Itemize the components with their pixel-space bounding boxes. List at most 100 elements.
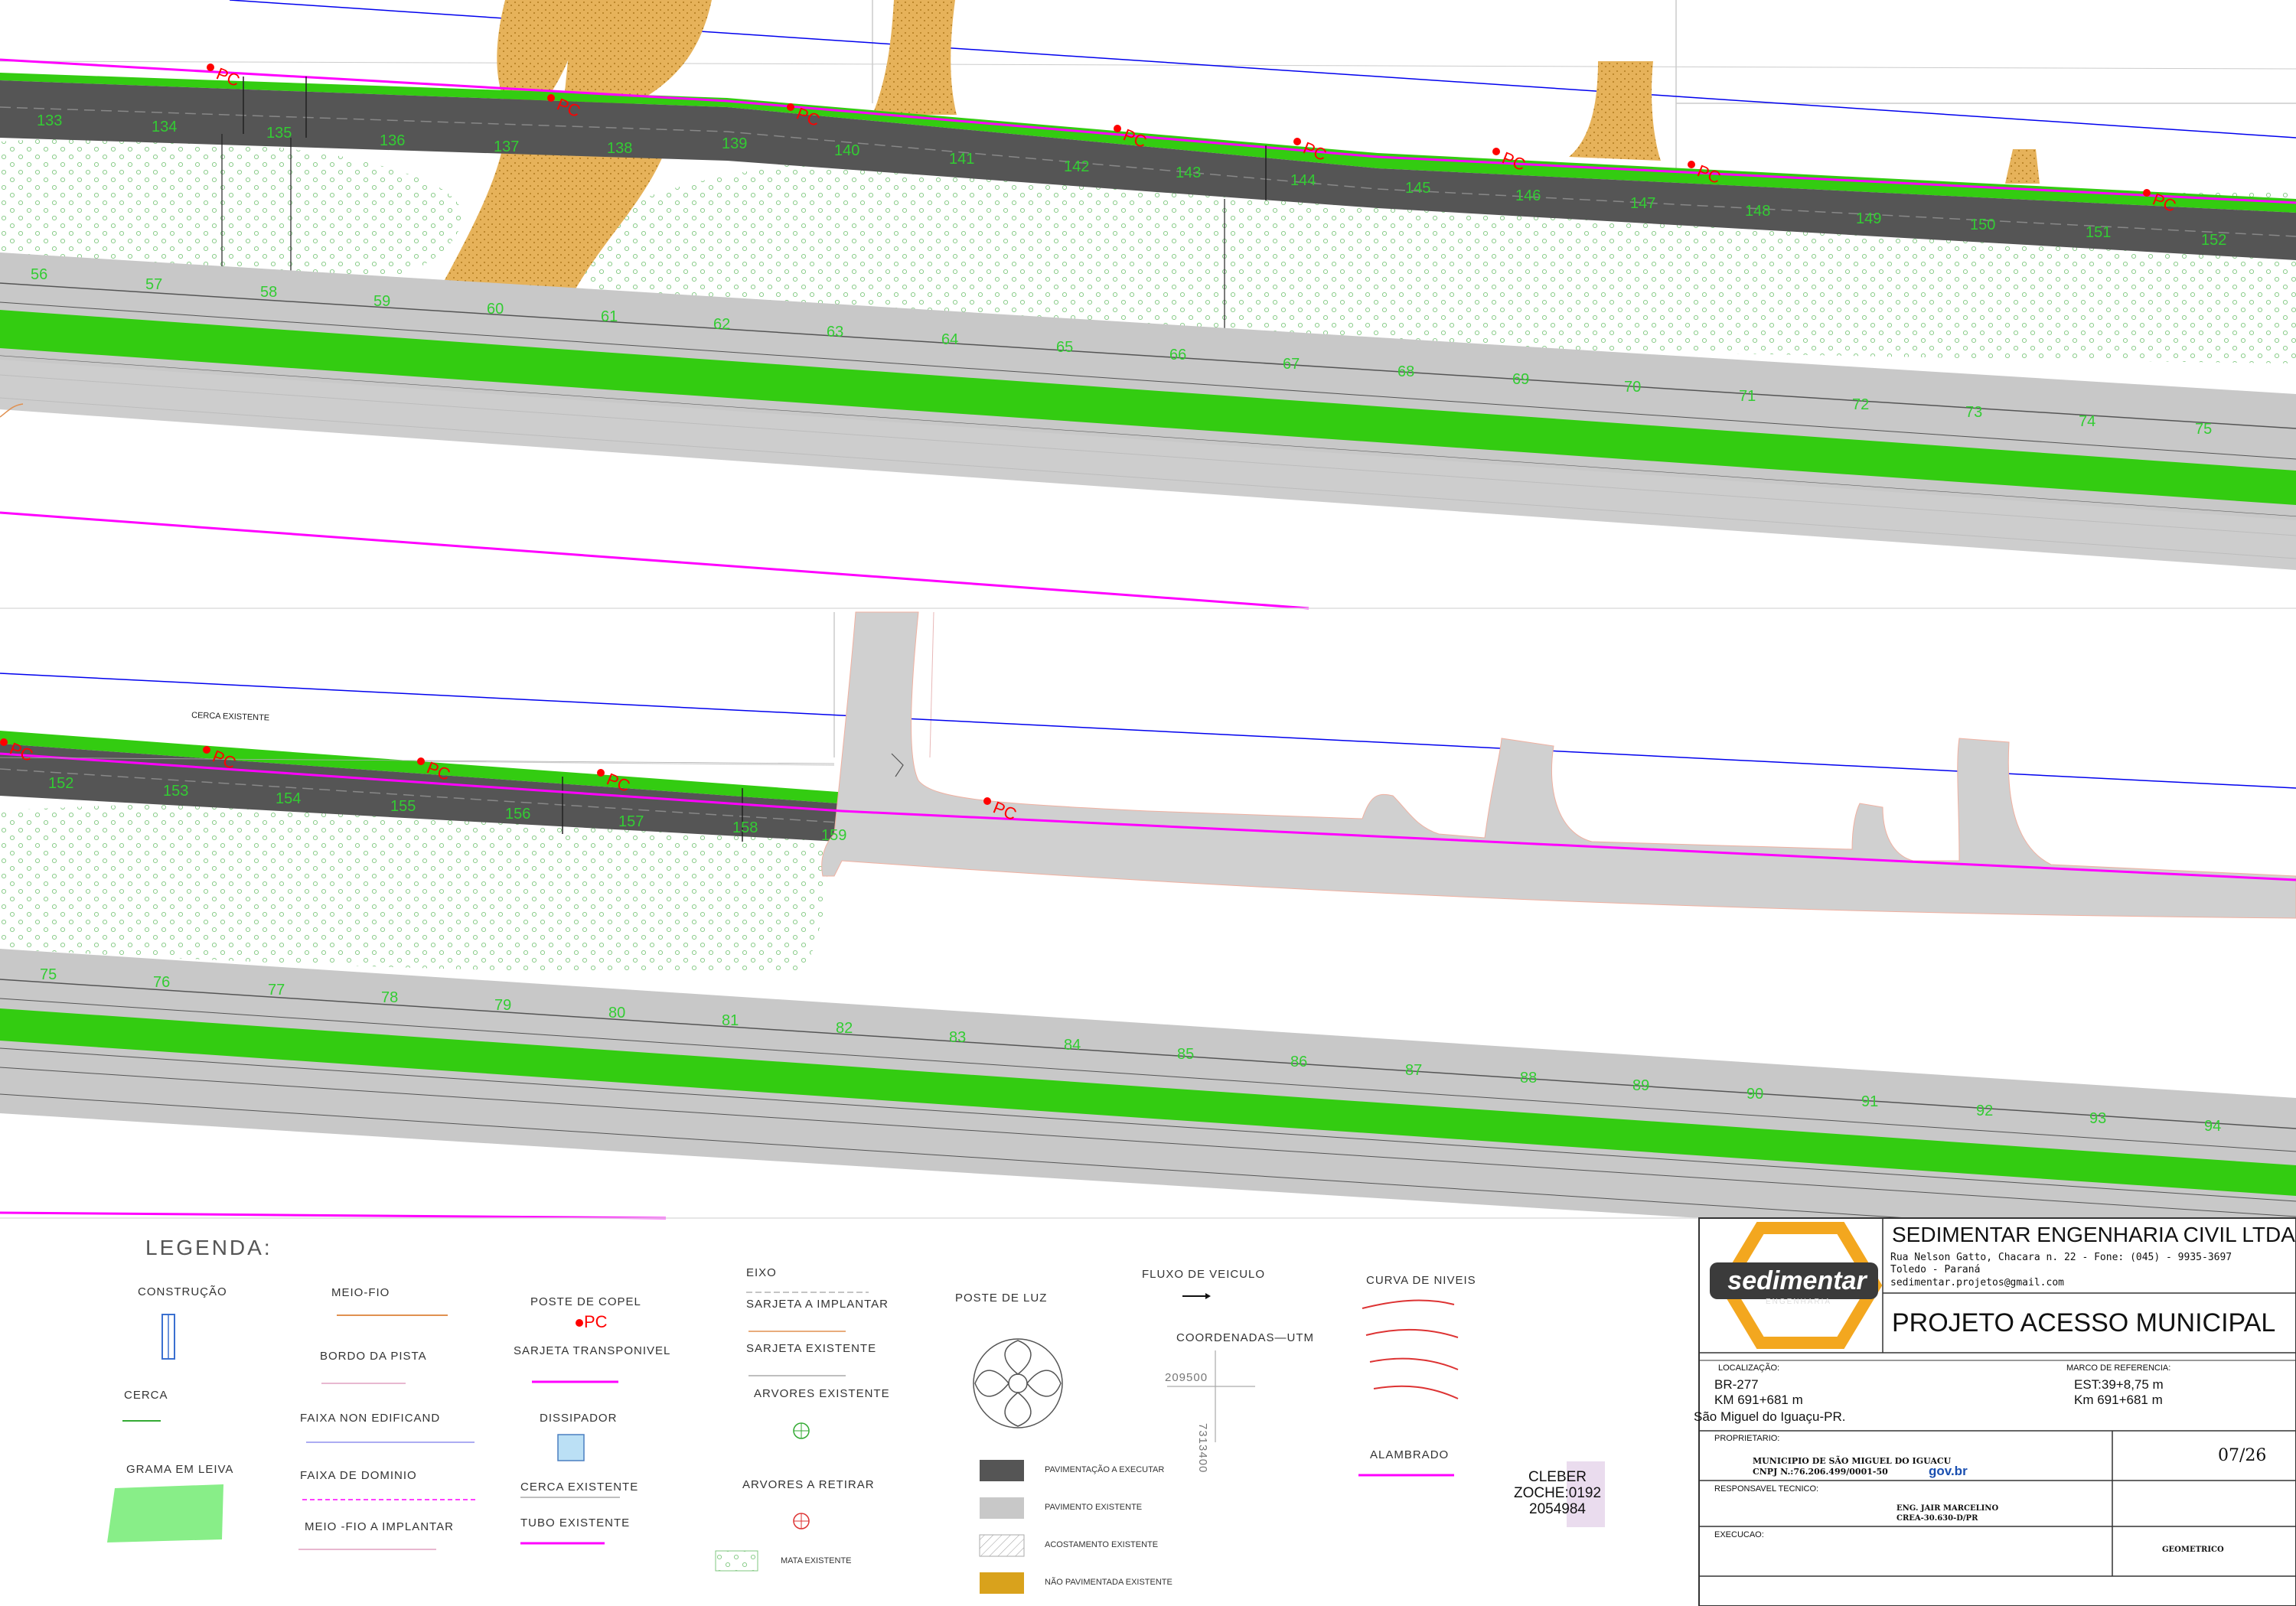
legend-sarjeta-implantar: SARJETA A IMPLANTAR (746, 1298, 889, 1311)
station-label: 71 (1739, 388, 1756, 405)
station-label: 77 (268, 982, 285, 998)
legend-curva: CURVA DE NIVEIS (1366, 1274, 1476, 1287)
station-label: 151 (2086, 224, 2111, 241)
station-label: 66 (1169, 347, 1186, 363)
signature-line-1: CLEBER (1528, 1469, 1587, 1485)
copel-pole-marker (787, 103, 794, 111)
govbr-logo: gov.br (1929, 1464, 1968, 1478)
station-label: 154 (276, 790, 301, 807)
station-label: 152 (2201, 232, 2226, 249)
logo-text: sedimentar (1727, 1266, 1867, 1295)
legend-poste-luz: POSTE DE LUZ (955, 1292, 1048, 1305)
marco-label: MARCO DE REFERENCIA: (2066, 1363, 2171, 1373)
loc-line-3: São Miguel do Iguaçu-PR. (1694, 1409, 1846, 1424)
company-city: Toledo - Paraná (1890, 1264, 1981, 1275)
road-plan-drawing: 133 134 135 136 137 138 139 140 141 142 143 144 145 1… (0, 0, 2296, 1606)
station-label: 93 (2089, 1110, 2106, 1127)
copel-pole-symbol (576, 1319, 583, 1327)
proprietario: MUNICIPIO DE SÃO MIGUEL DO IGUACU (1753, 1456, 1952, 1466)
station-label: 58 (260, 284, 277, 301)
station-label: 142 (1064, 158, 1089, 175)
project-title: PROJETO ACESSO MUNICIPAL (1892, 1308, 2276, 1337)
station-label: 88 (1520, 1070, 1537, 1086)
legend-poste-copel: POSTE DE COPEL (530, 1295, 641, 1308)
station-label: 86 (1290, 1054, 1307, 1070)
responsavel-label: RESPONSAVEL TECNICO: (1714, 1484, 1819, 1494)
copel-pole-marker (1688, 161, 1695, 168)
station-label: 146 (1515, 187, 1541, 204)
proprietario-label: PROPRIETARIO: (1714, 1434, 1780, 1443)
pav-existing-symbol (980, 1497, 1024, 1519)
station-label: 158 (732, 819, 758, 836)
unpaved-symbol (980, 1572, 1024, 1594)
legend-grama: GRAMA EM LEIVA (126, 1463, 234, 1476)
station-label: 90 (1746, 1086, 1763, 1103)
copel-pole-marker (207, 64, 214, 71)
legend-coord-x: 209500 (1165, 1371, 1208, 1384)
station-label: 157 (618, 813, 644, 830)
legend-eixo: EIXO (746, 1266, 777, 1279)
engineer-crea: CREA-30.630-D/PR (1896, 1514, 1978, 1523)
legend-dissipador: DISSIPADOR (540, 1412, 618, 1425)
station-label: 137 (494, 138, 519, 155)
copel-pole-marker (417, 757, 425, 765)
station-label: 145 (1405, 180, 1430, 197)
station-label: 155 (390, 798, 416, 815)
legend-meio-fio-implantar: MEIO -FIO A IMPLANTAR (305, 1520, 454, 1533)
station-label: 159 (821, 827, 846, 844)
company-address: Rua Nelson Gatto, Chacara n. 22 - Fone: … (1890, 1252, 2232, 1263)
station-label: 134 (152, 119, 177, 135)
vehicle-flow-arrow (1182, 1293, 1211, 1299)
legend-pc: PC (584, 1312, 608, 1331)
station-label: 94 (2204, 1118, 2221, 1135)
station-label: 75 (2195, 421, 2212, 438)
marco-line-1: EST:39+8,75 m (2074, 1377, 2164, 1392)
legend-construcao: CONSTRUÇÃO (138, 1285, 227, 1298)
station-label: 64 (941, 331, 958, 348)
legend-sarjeta-existente: SARJETA EXISTENTE (746, 1342, 877, 1355)
shoulder-symbol (979, 1534, 1025, 1557)
station-label: 76 (153, 974, 170, 991)
legend-cerca: CERCA (124, 1389, 168, 1402)
station-label: 70 (1624, 379, 1641, 396)
drawing-type: GEOMETRICO (2162, 1546, 2224, 1554)
legend-cerca-existente: CERCA EXISTENTE (520, 1481, 639, 1494)
station-label: 72 (1852, 396, 1869, 413)
copel-pole-marker (597, 769, 605, 777)
company-name: SEDIMENTAR ENGENHARIA CIVIL LTDA (1892, 1223, 2295, 1246)
grass-symbol (107, 1484, 223, 1542)
copel-pole-marker (0, 738, 8, 746)
signature-name: CLEBER ZOCHE:0192 2054984 (1512, 1469, 1603, 1517)
bottom-sheet: CERCA EXISTENTE 152 153 154 155 156 157 158 159… (0, 611, 2296, 1255)
station-label: 65 (1056, 339, 1073, 356)
logo-subtext: ENGENHARIA (1765, 1298, 1832, 1306)
station-label: 152 (48, 775, 73, 792)
signature-line-3: 2054984 (1529, 1501, 1586, 1517)
legend-coordenadas: COORDENADAS—UTM (1176, 1331, 1315, 1344)
station-label: 144 (1290, 172, 1316, 189)
copel-pole-marker (983, 797, 991, 805)
copel-pole-marker (203, 746, 210, 754)
legend-sarjeta-transponivel: SARJETA TRANSPONIVEL (514, 1344, 671, 1357)
station-label: 81 (722, 1012, 739, 1029)
mata-symbol (715, 1550, 758, 1572)
tree-remove-symbol (793, 1513, 810, 1529)
loc-line-2: KM 691+681 m (1714, 1393, 1803, 1407)
company-email: sedimentar.projetos@gmail.com (1890, 1277, 2064, 1288)
legend-acostamento: ACOSTAMENTO EXISTENTE (1045, 1540, 1159, 1549)
station-label: 148 (1745, 203, 1770, 220)
station-label: 141 (949, 151, 974, 168)
station-label: 149 (1856, 210, 1881, 227)
station-label: 82 (836, 1020, 853, 1037)
station-label: 56 (31, 266, 47, 283)
legend-pav-existente: PAVIMENTO EXISTENTE (1045, 1503, 1143, 1512)
execucao-label: EXECUCAO: (1714, 1530, 1764, 1539)
legend-arvores-existente: ARVORES EXISTENTE (754, 1387, 890, 1400)
station-label: 156 (505, 806, 530, 823)
legend-bordo: BORDO DA PISTA (320, 1350, 427, 1363)
copel-pole-marker (2143, 189, 2151, 197)
station-label: 92 (1976, 1103, 1993, 1119)
station-label: 87 (1405, 1062, 1422, 1079)
pav-execute-symbol (980, 1460, 1024, 1481)
legend-arvores-retirar: ARVORES A RETIRAR (742, 1478, 875, 1491)
